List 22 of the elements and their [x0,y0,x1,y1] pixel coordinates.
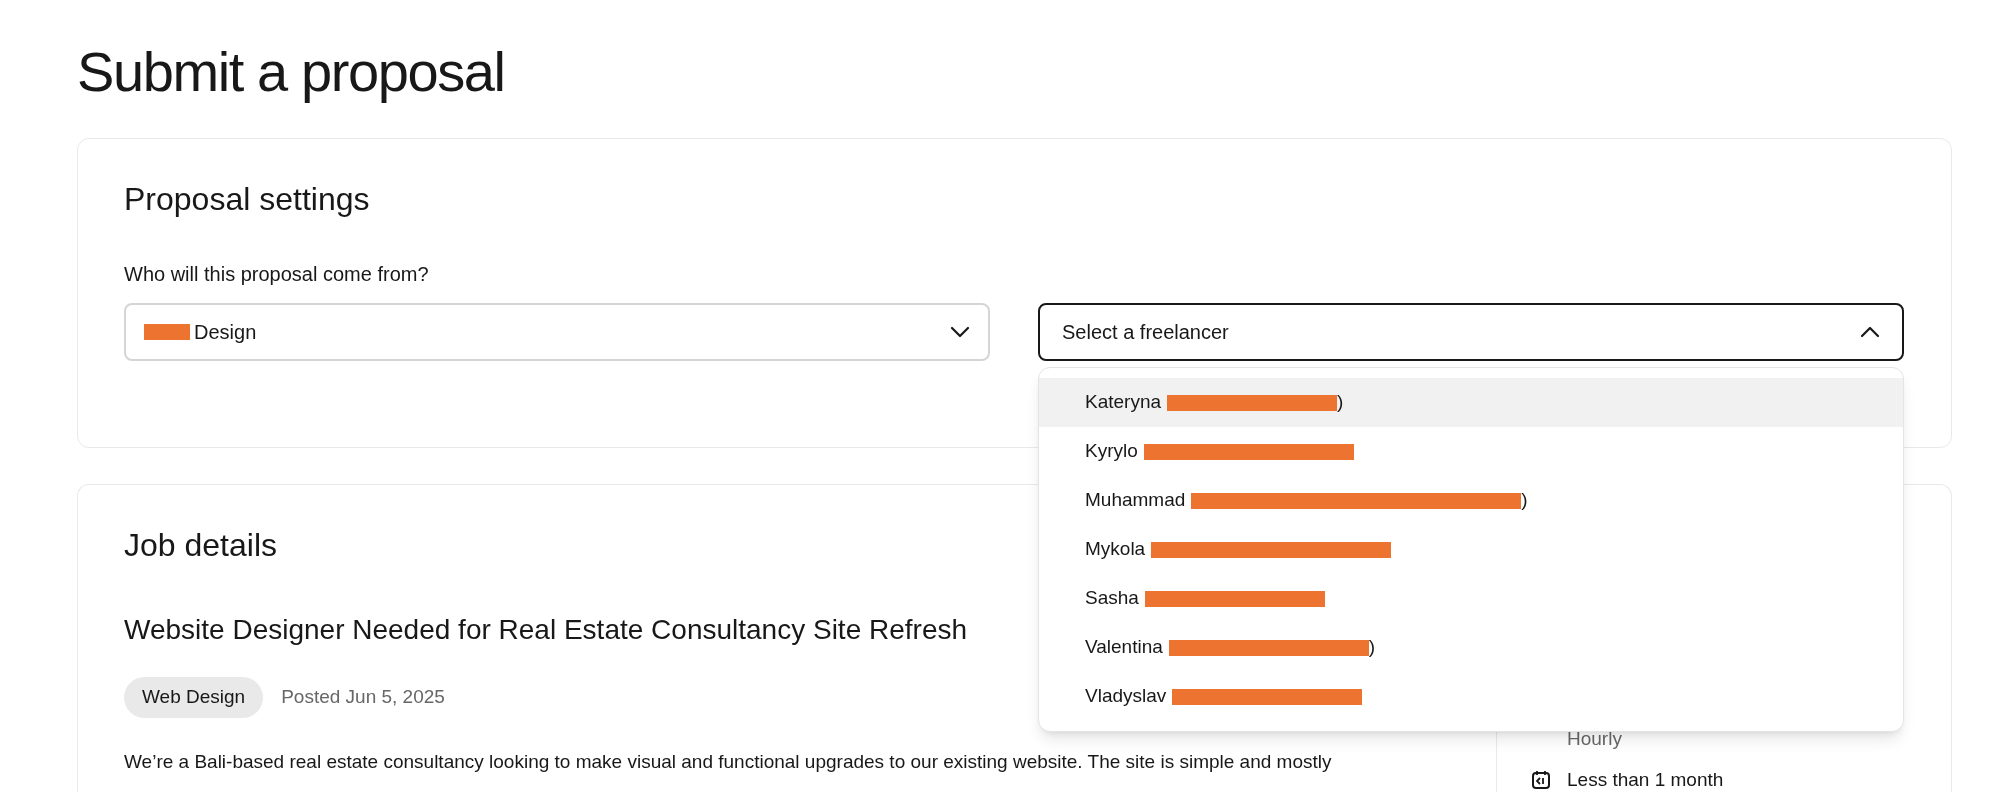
freelancer-option[interactable]: Valentina ) [1039,623,1903,672]
posted-date: Posted Jun 5, 2025 [281,685,445,709]
freelancer-option[interactable]: Muhammad ) [1039,476,1903,525]
job-title: Website Designer Needed for Real Estate Consultancy Site Refresh [124,613,968,647]
duration-text: Less than 1 month [1567,767,1724,792]
freelancer-option[interactable]: Kateryna ) [1039,378,1903,427]
freelancer-select[interactable]: Select a freelancer [1038,303,1904,361]
skill-tag[interactable]: Web Design [124,677,264,718]
freelancer-option[interactable]: Mykola [1039,525,1903,574]
job-description: We’re a Bali-based real estate consultancy looking to make visual and functional upgrades to our existing website. The site is simple and mostly [124,749,1333,774]
page-title: Submit a proposal [77,39,505,105]
chevron-up-icon [1860,326,1880,338]
section-title: Job details [124,526,277,565]
section-title: Proposal settings [124,180,370,219]
agency-select[interactable]: Design [124,303,990,361]
field-label: Who will this proposal come from? [124,262,429,287]
payment-type: Hourly [1567,727,1622,751]
calendar-icon [1531,769,1551,790]
freelancer-option[interactable]: Sasha [1039,574,1903,623]
chevron-down-icon [950,326,970,338]
freelancer-option[interactable]: Vladyslav [1039,672,1903,721]
freelancer-option[interactable]: Kyrylo [1039,427,1903,476]
